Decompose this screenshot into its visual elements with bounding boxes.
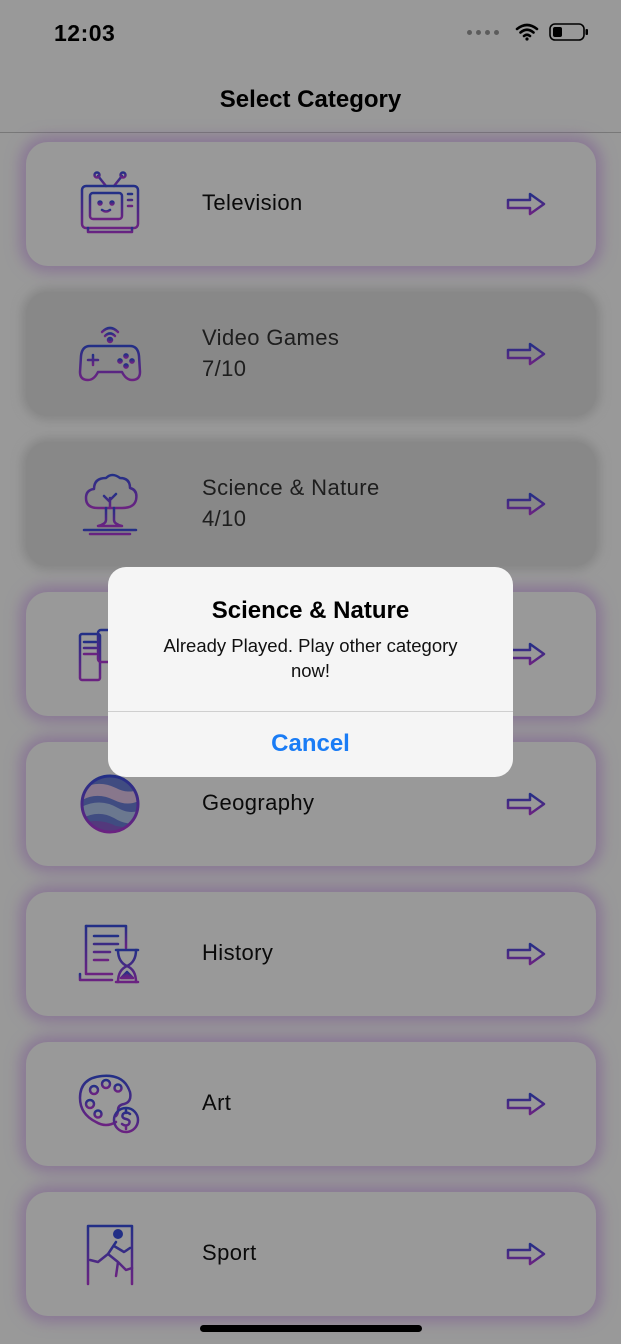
- alert-message: Already Played. Play other category now!: [163, 635, 458, 681]
- home-indicator[interactable]: [200, 1325, 422, 1332]
- alert-title: Science & Nature: [211, 597, 410, 624]
- cancel-button[interactable]: Cancel: [108, 711, 513, 777]
- alert-dialog: Science & Nature Already Played. Play ot…: [108, 567, 513, 777]
